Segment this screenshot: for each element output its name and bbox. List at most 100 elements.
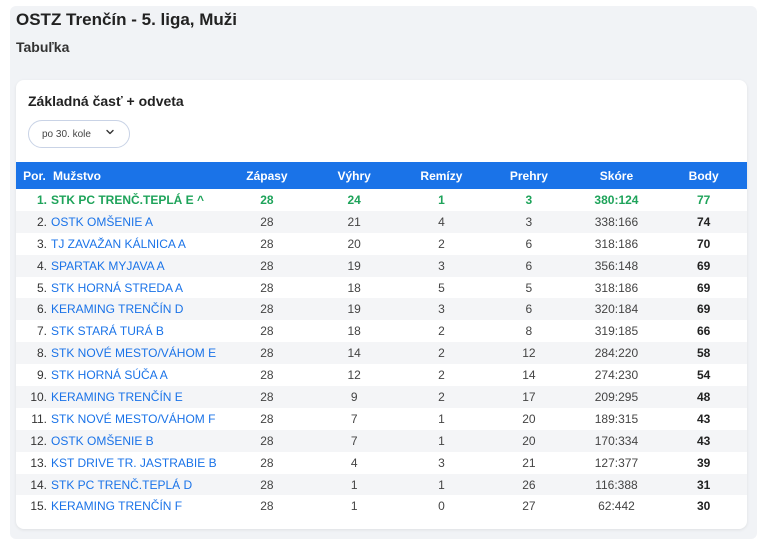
row-position: 2. <box>36 214 47 229</box>
row-position: 9. <box>36 368 47 383</box>
table-row: 5. STK HORNÁ STREDA A 28 18 5 5 318:186 69 <box>16 277 747 299</box>
row-points: 70 <box>697 236 711 251</box>
row-played: 28 <box>260 346 274 361</box>
table-row: 2. OSTK OMŠENIE A 28 21 4 3 338:166 74 <box>16 210 747 233</box>
page-title: OSTZ Trenčín - 5. liga, Muži <box>16 10 238 29</box>
row-losses: 3 <box>525 192 533 207</box>
row-score: 380:124 <box>594 192 639 207</box>
row-draws: 2 <box>438 324 445 339</box>
row-position: 6. <box>36 302 47 317</box>
row-position: 4. <box>36 258 47 273</box>
table-row: 15. KERAMING TRENČÍN F 28 1 0 27 62:442 30 <box>16 495 747 517</box>
row-points: 69 <box>697 302 711 317</box>
row-losses: 12 <box>522 346 536 361</box>
row-draws: 1 <box>438 192 445 207</box>
row-losses: 8 <box>525 324 533 339</box>
row-score: 274:230 <box>594 368 639 383</box>
col-header-points[interactable]: Body <box>660 162 747 189</box>
row-draws: 1 <box>438 411 445 426</box>
row-points: 48 <box>697 389 711 404</box>
section-title: Základná časť + odveta <box>28 93 184 109</box>
row-draws: 0 <box>438 499 445 514</box>
col-header-draws[interactable]: Remízy <box>398 162 486 189</box>
col-header-team[interactable]: Mužstvo <box>51 162 223 189</box>
row-points: 39 <box>697 455 711 470</box>
row-losses: 6 <box>525 258 533 273</box>
team-link[interactable]: STK NOVÉ MESTO/VÁHOM E <box>51 342 223 364</box>
team-link[interactable]: STK PC TRENČ.TEPLÁ E ^ <box>51 189 223 211</box>
row-draws: 2 <box>438 368 445 383</box>
row-draws: 5 <box>438 280 445 295</box>
team-link[interactable]: STK HORNÁ STREDA A <box>51 277 223 299</box>
team-link[interactable]: SPARTAK MYJAVA A <box>51 255 223 277</box>
row-position: 14. <box>30 477 47 492</box>
col-header-score[interactable]: Skóre <box>573 162 661 189</box>
row-wins: 4 <box>350 455 358 470</box>
row-wins: 20 <box>347 236 361 251</box>
row-points: 66 <box>697 324 711 339</box>
row-points: 31 <box>697 477 711 492</box>
row-score: 209:295 <box>594 389 639 404</box>
row-score: 127:377 <box>594 455 639 470</box>
row-played: 28 <box>260 258 274 273</box>
row-score: 189:315 <box>594 411 639 426</box>
team-link[interactable]: STK NOVÉ MESTO/VÁHOM F <box>51 408 223 430</box>
row-wins: 12 <box>347 368 361 383</box>
row-losses: 6 <box>525 236 533 251</box>
row-losses: 3 <box>525 214 533 229</box>
table-row: 7. STK STARÁ TURÁ B 28 18 2 8 319:185 66 <box>16 320 747 342</box>
row-played: 28 <box>260 455 274 470</box>
row-position: 13. <box>30 455 47 470</box>
team-link[interactable]: OSTK OMŠENIE B <box>51 430 223 452</box>
round-select[interactable]: po 30. kole <box>28 120 130 148</box>
team-link[interactable]: TJ ZAVAŽAN KÁLNICA A <box>51 233 223 255</box>
row-score: 318:186 <box>594 236 639 251</box>
team-link[interactable]: OSTK OMŠENIE A <box>51 211 223 233</box>
row-draws: 2 <box>438 389 445 404</box>
row-wins: 19 <box>347 258 361 273</box>
row-points: 30 <box>697 499 711 514</box>
row-wins: 21 <box>347 214 361 229</box>
table-row: 10. KERAMING TRENČÍN E 28 9 2 17 209:295 48 <box>16 386 747 408</box>
row-losses: 14 <box>522 368 536 383</box>
team-link[interactable]: STK PC TRENČ.TEPLÁ D <box>51 474 223 496</box>
col-header-wins[interactable]: Výhry <box>311 162 398 189</box>
row-wins: 1 <box>350 477 358 492</box>
team-link[interactable]: KERAMING TRENČÍN E <box>51 386 223 408</box>
row-position: 7. <box>36 324 47 339</box>
row-losses: 17 <box>522 389 536 404</box>
team-link[interactable]: KST DRIVE TR. JASTRABIE B <box>51 452 223 474</box>
row-losses: 27 <box>522 499 536 514</box>
row-played: 28 <box>260 324 274 339</box>
row-losses: 5 <box>525 280 533 295</box>
row-draws: 3 <box>438 302 445 317</box>
table-row: 4. SPARTAK MYJAVA A 28 19 3 6 356:148 69 <box>16 254 747 277</box>
row-draws: 3 <box>438 258 445 273</box>
row-wins: 18 <box>347 324 361 339</box>
col-header-position[interactable]: Por. <box>16 162 51 189</box>
team-link[interactable]: KERAMING TRENČÍN F <box>51 495 223 517</box>
row-played: 28 <box>260 302 274 317</box>
row-played: 28 <box>260 236 274 251</box>
col-header-played[interactable]: Zápasy <box>223 162 311 189</box>
table-row: 6. KERAMING TRENČÍN D 28 19 3 6 320:184 69 <box>16 298 747 321</box>
row-points: 74 <box>697 214 711 229</box>
row-position: 1. <box>36 192 47 207</box>
row-position: 3. <box>36 236 47 251</box>
row-played: 28 <box>260 499 274 514</box>
row-score: 318:186 <box>594 280 639 295</box>
row-draws: 1 <box>438 477 445 492</box>
standings-body: 1. STK PC TRENČ.TEPLÁ E ^ 28 24 1 3 380:124 77 2… <box>16 189 747 517</box>
row-wins: 18 <box>347 280 361 295</box>
table-row: 13. KST DRIVE TR. JASTRABIE B 28 4 3 21 127:37… <box>16 452 747 474</box>
team-link[interactable]: KERAMING TRENČÍN D <box>51 298 223 320</box>
table-row: 9. STK HORNÁ SÚČA A 28 12 2 14 274:230 54 <box>16 364 747 386</box>
row-score: 319:185 <box>594 324 639 339</box>
col-header-losses[interactable]: Prehry <box>485 162 572 189</box>
team-link[interactable]: STK HORNÁ SÚČA A <box>51 364 223 386</box>
team-link[interactable]: STK STARÁ TURÁ B <box>51 320 223 342</box>
row-score: 320:184 <box>594 302 639 317</box>
row-wins: 19 <box>347 302 361 317</box>
standings-table: Por. Mužstvo Zápasy Výhry Remízy Prehry … <box>16 162 747 517</box>
row-wins: 14 <box>347 346 361 361</box>
